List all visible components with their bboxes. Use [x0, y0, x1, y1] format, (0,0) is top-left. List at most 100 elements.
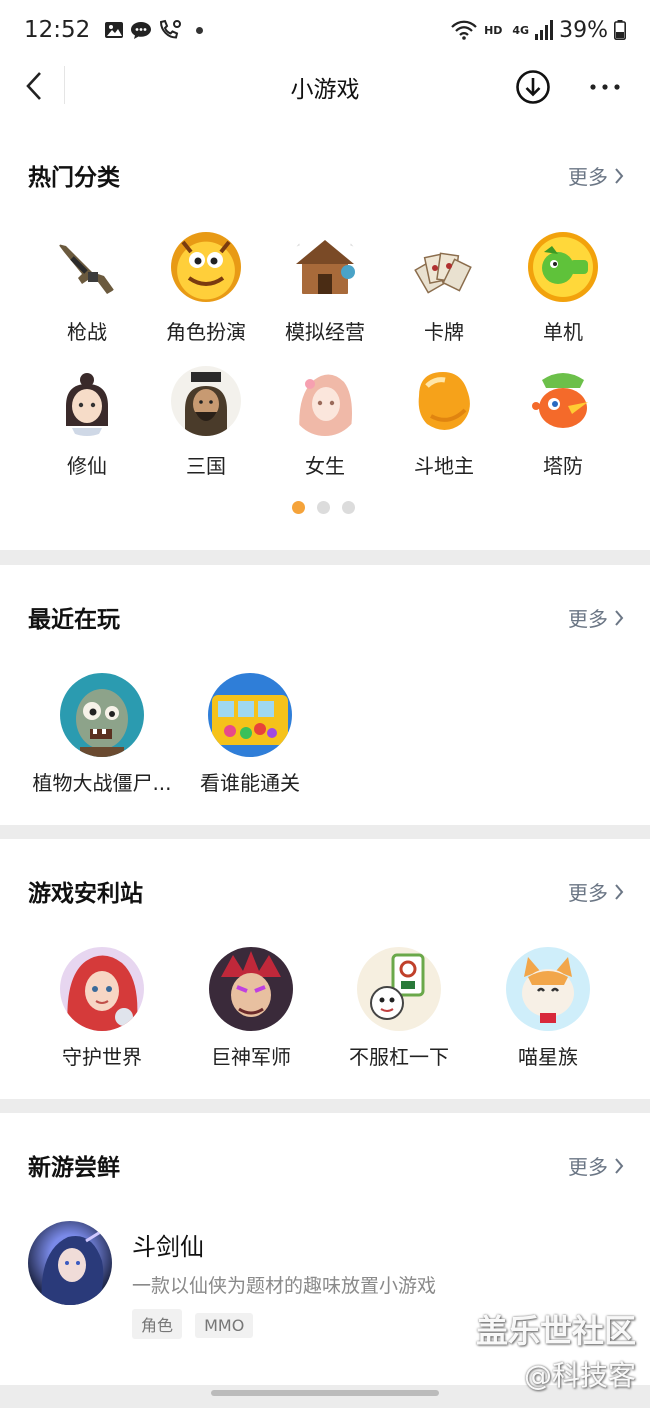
recommend-game-item[interactable]: 喵星族	[474, 947, 622, 1070]
zombie-icon	[60, 673, 144, 757]
category-item-tafang[interactable]: 塔防	[504, 366, 622, 479]
category-label: 塔防	[543, 454, 583, 478]
recommend-game-label: 守护世界	[62, 1045, 142, 1069]
more-label: 更多	[568, 165, 608, 189]
download-button[interactable]	[514, 68, 552, 106]
category-label: 枪战	[67, 320, 107, 344]
fairy-swordsman-icon	[28, 1221, 112, 1305]
page-dot-2[interactable]	[317, 501, 330, 514]
category-item-qiangzhan[interactable]: 枪战	[28, 232, 146, 345]
category-item-nvsheng[interactable]: 女生	[266, 366, 384, 479]
recommend-more-link[interactable]: 更多	[568, 877, 624, 906]
download-icon	[516, 70, 550, 104]
page-dot-1[interactable]	[292, 501, 305, 514]
page-dot-3[interactable]	[342, 501, 355, 514]
category-item-moni[interactable]: 模拟经营	[266, 232, 384, 345]
category-item-doudizhu[interactable]: 斗地主	[385, 366, 503, 479]
category-label: 女生	[305, 454, 345, 478]
nav-bar: 小游戏	[0, 60, 650, 112]
school-bus-icon	[208, 673, 292, 757]
category-label: 单机	[543, 320, 583, 344]
new-games-title: 新游尝鲜	[28, 1155, 120, 1181]
house-icon	[290, 232, 360, 302]
rifle-icon	[52, 232, 122, 302]
recent-game-label: 看谁能通关	[200, 771, 300, 795]
new-game-name: 斗剑仙	[132, 1233, 204, 1261]
monster-icon	[171, 232, 241, 302]
ellipsis-icon	[590, 84, 620, 90]
new-game-description: 一款以仙侠为题材的趣味放置小游戏	[132, 1275, 437, 1297]
battery-percent: 39%	[559, 17, 608, 43]
warrior-icon	[209, 947, 293, 1031]
recommend-title: 游戏安利站	[28, 881, 143, 907]
new-game-tags: 角色 MMO	[132, 1309, 261, 1339]
category-label: 卡牌	[424, 320, 464, 344]
signal-icon	[535, 20, 554, 40]
watermark-community: 盖乐世社区	[475, 1312, 636, 1350]
recent-more-link[interactable]: 更多	[568, 603, 624, 632]
category-item-xiuxian[interactable]: 修仙	[28, 366, 146, 479]
recommend-game-item[interactable]: 守护世界	[28, 947, 176, 1070]
hd-label: HD	[484, 23, 503, 37]
peashooter-icon	[528, 232, 598, 302]
recommend-game-item[interactable]: 巨神军师	[177, 947, 325, 1070]
recommend-section: 游戏安利站 更多 守护世界 巨神军师 不服杠一下 喵星族	[0, 839, 650, 1099]
mahjong-icon	[357, 947, 441, 1031]
watermark-author: @科技客	[523, 1359, 636, 1392]
tag-badge: MMO	[195, 1313, 254, 1338]
battery-icon	[614, 20, 626, 40]
home-indicator[interactable]	[211, 1390, 439, 1396]
category-label: 三国	[186, 454, 226, 478]
cultivator-icon	[52, 366, 122, 436]
gallery-icon	[105, 22, 124, 38]
more-label: 更多	[568, 607, 608, 631]
chevron-right-icon	[615, 167, 624, 184]
jelly-icon	[409, 366, 479, 436]
general-icon	[171, 366, 241, 436]
red-hair-girl-icon	[60, 947, 144, 1031]
recent-title: 最近在玩	[28, 607, 120, 633]
more-label: 更多	[568, 881, 608, 905]
recent-section: 最近在玩 更多 植物大战僵尸... 看谁能通关	[0, 565, 650, 825]
status-time: 12:52	[24, 17, 91, 43]
hot-categories-more-link[interactable]: 更多	[568, 161, 624, 190]
more-options-button[interactable]	[584, 68, 626, 106]
girl-icon	[290, 366, 360, 436]
cards-icon	[409, 232, 479, 302]
category-item-kapai[interactable]: 卡牌	[385, 232, 503, 345]
recommend-game-label: 不服杠一下	[349, 1045, 449, 1069]
category-label: 修仙	[67, 454, 107, 478]
category-label: 斗地主	[414, 454, 474, 478]
recommend-game-item[interactable]: 不服杠一下	[325, 947, 473, 1070]
new-games-more-link[interactable]: 更多	[568, 1151, 624, 1180]
category-label: 角色扮演	[166, 320, 246, 344]
status-bar: 12:52 HD 4G 39%	[0, 0, 650, 60]
notification-icons	[104, 19, 204, 41]
chevron-right-icon	[615, 609, 624, 626]
category-item-juese[interactable]: 角色扮演	[147, 232, 265, 345]
wifi-icon	[451, 20, 477, 40]
recommend-game-label: 巨神军师	[211, 1045, 291, 1069]
category-item-sanguo[interactable]: 三国	[147, 366, 265, 479]
chevron-right-icon	[615, 1157, 624, 1174]
hot-categories-section: 热门分类 更多 枪战 角色扮演 模拟经营 卡牌 单机 修仙 三国 女生 斗地主 …	[0, 112, 650, 550]
chevron-right-icon	[615, 883, 624, 900]
page-title: 小游戏	[290, 77, 360, 103]
cat-icon	[506, 947, 590, 1031]
phone-location-icon	[160, 19, 182, 39]
category-label: 模拟经营	[285, 320, 365, 344]
bird-icon	[528, 366, 598, 436]
network-type-label: 4G	[512, 23, 530, 37]
dot-icon	[196, 26, 204, 34]
recent-game-label: 植物大战僵尸...	[32, 771, 172, 795]
recent-game-item[interactable]: 看谁能通关	[172, 673, 328, 796]
more-label: 更多	[568, 1155, 608, 1179]
tag-badge: 角色	[132, 1309, 183, 1339]
system-status: HD 4G 39%	[450, 18, 626, 43]
recent-game-item[interactable]: 植物大战僵尸...	[24, 673, 180, 796]
hot-categories-title: 热门分类	[28, 165, 120, 191]
page-indicator	[292, 501, 355, 514]
recommend-game-label: 喵星族	[518, 1045, 578, 1069]
category-item-danji[interactable]: 单机	[504, 232, 622, 345]
message-icon	[131, 22, 152, 39]
